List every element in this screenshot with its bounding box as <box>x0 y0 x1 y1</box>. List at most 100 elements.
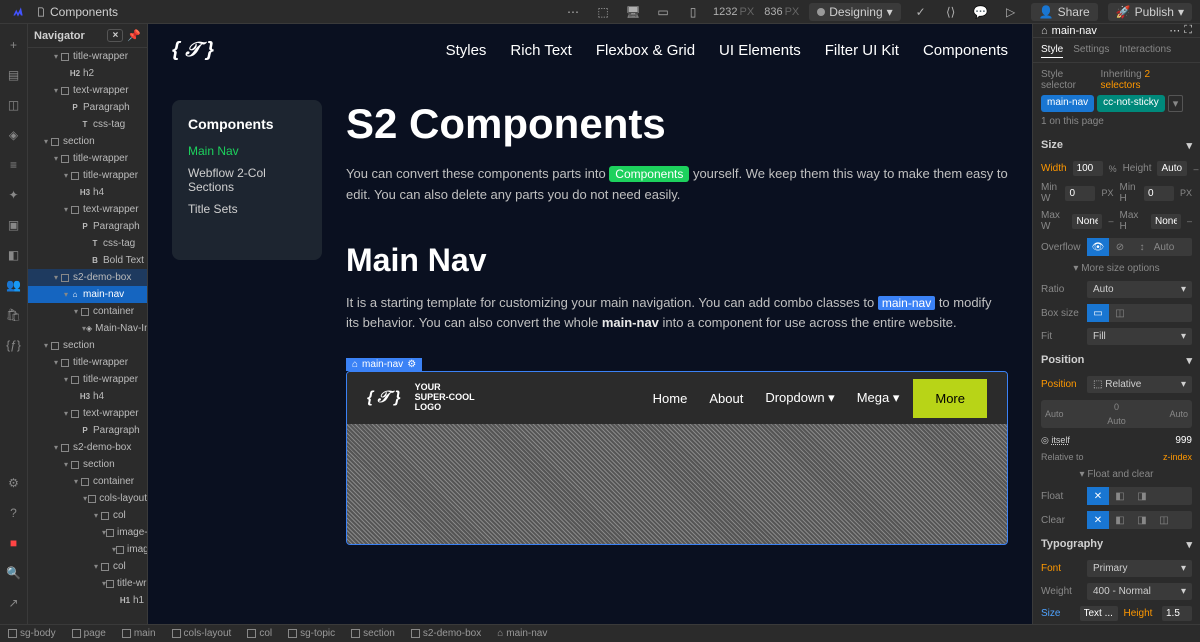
typography-section-toggle[interactable]: Typography▾ <box>1033 532 1200 557</box>
cms-icon[interactable]: ◧ <box>4 245 24 265</box>
publish-button[interactable]: 🚀 Publish ▾ <box>1108 3 1192 21</box>
tree-row-container[interactable]: ▾container <box>28 473 147 490</box>
device-toggle-icon[interactable]: ⬚ <box>593 2 613 22</box>
boxsize-border-button[interactable]: ▭ <box>1087 304 1109 322</box>
pin-icon[interactable]: 📌 <box>127 29 141 42</box>
page-breadcrumb[interactable]: Components <box>36 5 118 19</box>
tree-row-s2-demo-box[interactable]: ▾s2-demo-box <box>28 439 147 456</box>
more-button[interactable]: More <box>913 379 987 418</box>
float-right-button[interactable]: ◨ <box>1131 487 1153 505</box>
tree-row-Bold Text[interactable]: BBold Text <box>28 252 147 269</box>
fit-select[interactable]: Fill▾ <box>1087 328 1192 345</box>
site-nav-link[interactable]: Flexbox & Grid <box>596 42 695 59</box>
breadcrumb-item[interactable]: main <box>122 628 156 639</box>
components-icon[interactable]: ◈ <box>4 125 24 145</box>
overflow-auto-button[interactable]: Auto <box>1153 238 1175 256</box>
size-section-toggle[interactable]: Size▾ <box>1033 133 1200 158</box>
clear-none-button[interactable]: ✕ <box>1087 511 1109 529</box>
designing-mode-button[interactable]: Designing ▾ <box>809 3 900 21</box>
users-icon[interactable]: 👥 <box>4 275 24 295</box>
overflow-visible-button[interactable]: 👁 <box>1087 238 1109 256</box>
tree-row-cols-layout[interactable]: ▾cols-layout <box>28 490 147 507</box>
share-button[interactable]: 👤 Share <box>1031 3 1098 21</box>
add-icon[interactable]: + <box>4 35 24 55</box>
selection-label[interactable]: ⌂ main-nav ⚙ <box>346 358 422 371</box>
preview-menu-item[interactable]: Dropdown ▾ <box>765 390 834 406</box>
check-icon[interactable]: ✓ <box>911 2 931 22</box>
preview-menu-item[interactable]: Mega ▾ <box>857 390 900 406</box>
height-input[interactable] <box>1157 161 1187 176</box>
tree-row-text-wrapper[interactable]: ▾text-wrapper <box>28 201 147 218</box>
more-icon[interactable]: ⋯ <box>563 2 583 22</box>
export-icon[interactable]: ↗ <box>4 593 24 613</box>
breadcrumb-item[interactable]: s2-demo-box <box>411 628 481 639</box>
breadcrumb-item[interactable]: sg-topic <box>288 628 335 639</box>
more-size-options[interactable]: ▾ More size options <box>1033 259 1200 278</box>
pages-icon[interactable]: ▤ <box>4 65 24 85</box>
site-nav-link[interactable]: Styles <box>446 42 487 59</box>
help-icon[interactable]: ? <box>4 503 24 523</box>
tree-row-title-wrapper[interactable]: ▾title-wrapper <box>28 371 147 388</box>
more-icon[interactable]: ⋯ <box>1169 24 1180 37</box>
tree-row-h4[interactable]: H3h4 <box>28 184 147 201</box>
tree-row-Paragraph[interactable]: PParagraph <box>28 218 147 235</box>
breadcrumb-item[interactable]: sg-body <box>8 628 56 639</box>
site-nav-link[interactable]: Components <box>923 42 1008 59</box>
clear-left-button[interactable]: ◧ <box>1109 511 1131 529</box>
maxw-input[interactable] <box>1072 214 1102 229</box>
breadcrumb-item[interactable]: cols-layout <box>172 628 232 639</box>
code-icon[interactable]: ⟨⟩ <box>941 2 961 22</box>
site-nav-link[interactable]: UI Elements <box>719 42 801 59</box>
settings-icon[interactable]: ⚙ <box>4 473 24 493</box>
clear-right-button[interactable]: ◨ <box>1131 511 1153 529</box>
font-size-input[interactable] <box>1080 606 1118 621</box>
boxsize-content-button[interactable]: ◫ <box>1109 304 1131 322</box>
tablet-icon[interactable]: ▭ <box>653 2 673 22</box>
selector-badge-combo[interactable]: cc-not-sticky <box>1097 95 1165 112</box>
apps-icon[interactable]: {ƒ} <box>4 335 24 355</box>
minw-input[interactable] <box>1065 186 1095 201</box>
line-height-input[interactable] <box>1162 606 1192 621</box>
ecom-icon[interactable]: 🛍 <box>4 305 24 325</box>
tree-row-Paragraph[interactable]: PParagraph <box>28 422 147 439</box>
tree-row-css-tag[interactable]: Tcss-tag <box>28 235 147 252</box>
selector-badge-main[interactable]: main-nav <box>1041 95 1094 112</box>
tree-row-css-tag[interactable]: Tcss-tag <box>28 116 147 133</box>
breadcrumb-item[interactable]: page <box>72 628 106 639</box>
mobile-icon[interactable]: ▯ <box>683 2 703 22</box>
variables-icon[interactable]: ≡ <box>4 155 24 175</box>
tree-row-s2-demo-box[interactable]: ▾s2-demo-box <box>28 269 147 286</box>
tree-row-title-wrapper[interactable]: ▾title-wrapper <box>28 575 147 592</box>
assets-icon[interactable]: ▣ <box>4 215 24 235</box>
tree-row-container[interactable]: ▾container <box>28 303 147 320</box>
site-nav-link[interactable]: Filter UI Kit <box>825 42 899 59</box>
tree-row-h2[interactable]: H2h2 <box>28 65 147 82</box>
tree-row-col[interactable]: ▾col <box>28 507 147 524</box>
search-icon[interactable]: 🔍 <box>4 563 24 583</box>
tab-style[interactable]: Style <box>1041 42 1063 58</box>
ratio-select[interactable]: Auto▾ <box>1087 281 1192 298</box>
tree-row-image-wr[interactable]: ▾image-wr <box>28 524 147 541</box>
focus-icon[interactable]: ⛶ <box>1184 24 1192 37</box>
position-select[interactable]: ⬚ Relative▾ <box>1087 376 1192 393</box>
tree-row-section[interactable]: ▾section <box>28 133 147 150</box>
float-none-button[interactable]: ✕ <box>1087 487 1109 505</box>
breadcrumb-item[interactable]: col <box>247 628 272 639</box>
tree-row-title-wrapper[interactable]: ▾title-wrapper <box>28 150 147 167</box>
tab-interactions[interactable]: Interactions <box>1119 42 1171 58</box>
navigator-close-button[interactable]: × <box>107 29 123 42</box>
selector-dropdown[interactable]: ▾ <box>1168 95 1184 112</box>
overflow-scroll-button[interactable]: ↕ <box>1131 238 1153 256</box>
tree-row-main-nav[interactable]: ▾⌂main-nav <box>28 286 147 303</box>
zindex-value[interactable]: 999 <box>1175 435 1192 446</box>
tree-row-image[interactable]: ▾image <box>28 541 147 558</box>
tree-row-col[interactable]: ▾col <box>28 558 147 575</box>
site-nav-link[interactable]: Rich Text <box>510 42 571 59</box>
overflow-hidden-button[interactable]: ⊘ <box>1109 238 1131 256</box>
preview-menu-item[interactable]: Home <box>653 391 688 406</box>
tab-settings[interactable]: Settings <box>1073 42 1109 58</box>
tree-row-h4[interactable]: H3h4 <box>28 388 147 405</box>
breadcrumb-item[interactable]: section <box>351 628 395 639</box>
desktop-icon[interactable]: 🖥 <box>623 2 643 22</box>
preview-menu-item[interactable]: About <box>709 391 743 406</box>
